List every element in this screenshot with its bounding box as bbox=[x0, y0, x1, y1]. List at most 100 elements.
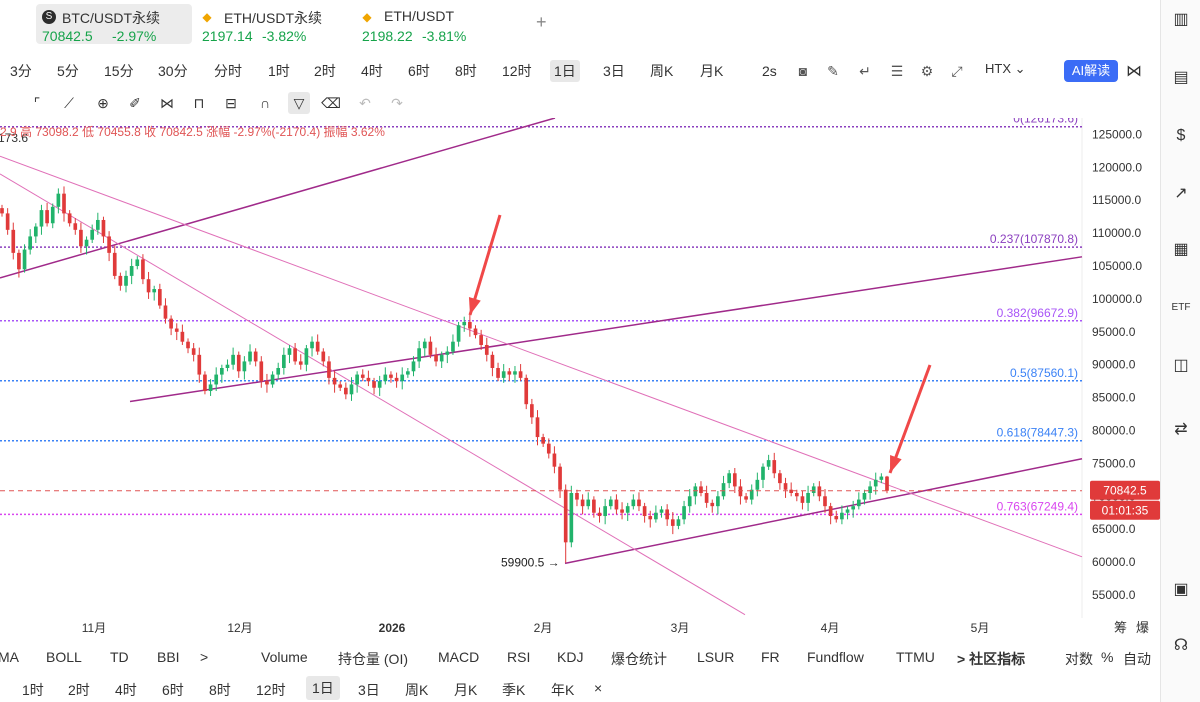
interval-month[interactable]: 月K bbox=[700, 60, 723, 82]
interval-1d[interactable]: 1日 bbox=[550, 60, 580, 82]
bottom-interval-3d[interactable]: 3日 bbox=[358, 680, 380, 700]
trend-line[interactable] bbox=[0, 173, 746, 616]
cursor-tool-icon[interactable]: ⌜ bbox=[26, 92, 48, 114]
auto-scale-toggle[interactable]: 自动 bbox=[1123, 649, 1151, 669]
candle-body bbox=[231, 354, 235, 365]
indicator-ma[interactable]: MA bbox=[0, 649, 19, 665]
candle-body bbox=[389, 374, 393, 378]
trend-line[interactable] bbox=[0, 155, 1083, 558]
bottom-interval-year[interactable]: 年K bbox=[551, 680, 574, 700]
ai-analysis-button[interactable]: AI解读 bbox=[1064, 60, 1118, 82]
ticker-tab-eth-spot[interactable]: ◆ ETH/USDT 2198.22 -3.81% bbox=[356, 4, 506, 44]
list-icon[interactable]: ☰ bbox=[888, 62, 906, 80]
candle-body bbox=[174, 328, 179, 332]
bottom-interval-1d[interactable]: 1日 bbox=[306, 676, 340, 700]
interval-12h[interactable]: 12时 bbox=[502, 60, 532, 82]
ticker-tab-btc-perp[interactable]: S BTC/USDT永续 70842.5 -2.97% bbox=[36, 4, 192, 44]
interval-30m[interactable]: 30分 bbox=[158, 60, 188, 82]
bottom-interval-week[interactable]: 周K bbox=[405, 680, 428, 700]
edit-icon[interactable]: ⊟ bbox=[220, 92, 242, 114]
pencil-icon[interactable]: ✎ bbox=[824, 62, 842, 80]
bottom-interval-month[interactable]: 月K bbox=[454, 680, 477, 700]
interval-5m[interactable]: 5分 bbox=[57, 60, 79, 82]
document-icon[interactable]: ▤ bbox=[1171, 68, 1191, 88]
indicator-oi[interactable]: 持仓量 (OI) bbox=[338, 649, 408, 669]
close-interval-bar-button[interactable]: × bbox=[594, 680, 602, 696]
annotation-arrow-head bbox=[468, 297, 481, 315]
indicator-lsur[interactable]: LSUR bbox=[697, 649, 734, 665]
indicator-kdj[interactable]: KDJ bbox=[557, 649, 583, 665]
price-tick-label: 75000.0 bbox=[1092, 456, 1136, 470]
indicator-td[interactable]: TD bbox=[110, 649, 129, 665]
trend-icon[interactable]: ↗ bbox=[1171, 184, 1191, 204]
gear-icon[interactable]: ⚙ bbox=[918, 62, 936, 80]
candle-body bbox=[451, 341, 455, 352]
camera-icon[interactable]: ◙ bbox=[794, 62, 812, 80]
lock-icon[interactable]: ⊓ bbox=[188, 92, 210, 114]
trash-icon[interactable]: ⌫ bbox=[320, 92, 342, 114]
layout-icon[interactable]: ▥ bbox=[1171, 10, 1191, 30]
candle-body bbox=[276, 368, 281, 375]
trend-line[interactable] bbox=[0, 118, 556, 279]
bottom-interval-1h[interactable]: 1时 bbox=[22, 680, 44, 700]
interval-1h[interactable]: 1时 bbox=[268, 60, 290, 82]
dollar-icon[interactable]: $ bbox=[1171, 126, 1191, 146]
candle-body bbox=[535, 417, 540, 438]
indicator-boll[interactable]: BOLL bbox=[46, 649, 82, 665]
candle-body bbox=[462, 321, 467, 326]
interval-timeline[interactable]: 分时 bbox=[214, 60, 242, 82]
swap-icon[interactable]: ⇄ bbox=[1171, 420, 1191, 440]
ruler-icon[interactable]: ⟋ bbox=[58, 92, 80, 114]
candle-body bbox=[513, 371, 517, 375]
indicator-more[interactable]: > bbox=[200, 649, 208, 665]
undo-icon[interactable]: ↶ bbox=[354, 92, 376, 114]
indicator-fundflow[interactable]: Fundflow bbox=[807, 649, 864, 665]
bar-chart-icon[interactable]: ▦ bbox=[1171, 240, 1191, 260]
zoom-icon[interactable]: ⊕ bbox=[92, 92, 114, 114]
interval-week[interactable]: 周K bbox=[650, 60, 673, 82]
filter-icon[interactable]: ▽ bbox=[288, 92, 310, 114]
interval-3d[interactable]: 3日 bbox=[603, 60, 625, 82]
refresh-rate[interactable]: 2s bbox=[762, 60, 777, 82]
bottom-interval-4h[interactable]: 4时 bbox=[115, 680, 137, 700]
fullscreen-icon[interactable]: ⤢ bbox=[948, 62, 966, 80]
bottom-interval-2h[interactable]: 2时 bbox=[68, 680, 90, 700]
ticker-tab-eth-perp[interactable]: ◆ ETH/USDT永续 2197.14 -3.82% bbox=[196, 4, 346, 44]
indicator-ttmu[interactable]: TTMU bbox=[896, 649, 935, 665]
etf-icon[interactable]: ETF bbox=[1171, 298, 1191, 318]
bottom-interval-12h[interactable]: 12时 bbox=[256, 680, 286, 700]
indicator-rsi[interactable]: RSI bbox=[507, 649, 530, 665]
interval-2h[interactable]: 2时 bbox=[314, 60, 336, 82]
price-chart[interactable]: 55000.060000.065000.070000.075000.080000… bbox=[0, 118, 1160, 638]
pattern-icon[interactable]: ⋈ bbox=[156, 92, 178, 114]
interval-6h[interactable]: 6时 bbox=[408, 60, 430, 82]
indicator-fr[interactable]: FR bbox=[761, 649, 780, 665]
indicator-bbi[interactable]: BBI bbox=[157, 649, 180, 665]
exchange-selector[interactable]: HTX ⌄ bbox=[985, 61, 1026, 77]
indicator-macd[interactable]: MACD bbox=[438, 649, 479, 665]
layout-grid-icon[interactable]: ▣ bbox=[1171, 580, 1191, 600]
brush-icon[interactable]: ✐ bbox=[124, 92, 146, 114]
interval-15m[interactable]: 15分 bbox=[104, 60, 134, 82]
add-tab-button[interactable]: + bbox=[536, 12, 547, 33]
indicator-volume[interactable]: Volume bbox=[261, 649, 308, 665]
bottom-interval-6h[interactable]: 6时 bbox=[162, 680, 184, 700]
bottom-interval-quarter[interactable]: 季K bbox=[502, 680, 525, 700]
interval-8h[interactable]: 8时 bbox=[455, 60, 477, 82]
robot-icon[interactable]: ◫ bbox=[1171, 356, 1191, 376]
magnet-icon[interactable]: ∩ bbox=[254, 92, 276, 114]
undo-icon[interactable]: ↵ bbox=[856, 62, 874, 80]
ticker-name: BTC/USDT永续 bbox=[62, 10, 160, 26]
interval-4h[interactable]: 4时 bbox=[361, 60, 383, 82]
bottom-interval-8h[interactable]: 8时 bbox=[209, 680, 231, 700]
candle-body bbox=[586, 499, 591, 507]
redo-icon[interactable]: ↷ bbox=[386, 92, 408, 114]
community-indicators[interactable]: > 社区指标 bbox=[957, 649, 1025, 669]
log-scale-toggle[interactable]: 对数 bbox=[1065, 649, 1093, 669]
share-icon[interactable]: ⋈ bbox=[1126, 61, 1142, 81]
percent-scale-toggle[interactable]: % bbox=[1101, 649, 1113, 665]
candle-body bbox=[631, 499, 636, 507]
headset-icon[interactable]: ☊ bbox=[1171, 636, 1191, 656]
interval-3m[interactable]: 3分 bbox=[10, 60, 32, 82]
indicator-liquidation[interactable]: 爆仓统计 bbox=[611, 649, 667, 669]
